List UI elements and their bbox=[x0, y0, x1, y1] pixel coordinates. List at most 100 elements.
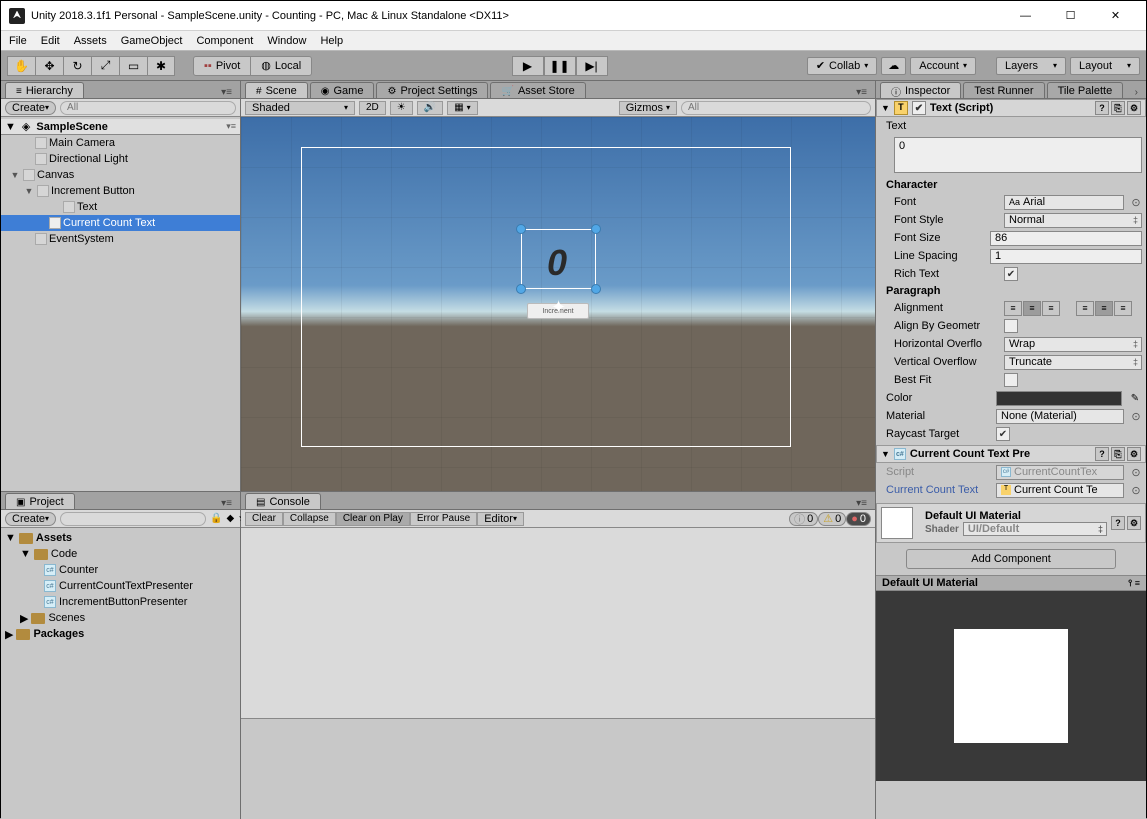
layers-dropdown[interactable]: Layers▾ bbox=[996, 57, 1066, 75]
hierarchy-tab[interactable]: ≡Hierarchy bbox=[5, 82, 84, 98]
object-picker-icon[interactable]: ⊙ bbox=[1130, 196, 1142, 209]
object-picker-icon[interactable]: ⊙ bbox=[1130, 484, 1142, 497]
lighting-toggle[interactable]: ☀ bbox=[390, 101, 413, 115]
local-toggle[interactable]: ◍Local bbox=[251, 56, 312, 76]
project-filter-icon[interactable]: ◆ bbox=[227, 513, 235, 524]
text-enabled-checkbox[interactable]: ✔ bbox=[912, 101, 926, 115]
project-item[interactable]: Packages bbox=[33, 628, 84, 640]
component-preset-icon[interactable]: ⎘ bbox=[1111, 447, 1125, 461]
component-gear-icon[interactable]: ⚙ bbox=[1127, 101, 1141, 115]
component-gear-icon[interactable]: ⚙ bbox=[1127, 516, 1141, 530]
fold-icon[interactable]: ▼ bbox=[23, 186, 35, 196]
scene-fold-icon[interactable]: ▼ bbox=[5, 121, 16, 133]
scene-viewport[interactable]: 0 Increment ✦ bbox=[241, 117, 875, 491]
collab-dropdown[interactable]: ✔Collab▾ bbox=[807, 57, 877, 75]
material-header[interactable]: Default UI Material ShaderUI/Default ?⚙ bbox=[876, 503, 1146, 543]
fold-icon[interactable]: ▶ bbox=[5, 628, 13, 641]
close-button[interactable]: ✕ bbox=[1093, 2, 1138, 30]
fold-icon[interactable]: ▼ bbox=[9, 170, 21, 180]
align-left-button[interactable]: ≡ bbox=[1004, 301, 1022, 316]
component-preset-icon[interactable]: ⎘ bbox=[1111, 101, 1125, 115]
unified-tool[interactable]: ✱ bbox=[147, 56, 175, 76]
console-error-count[interactable]: ●0 bbox=[846, 512, 871, 526]
color-field[interactable] bbox=[996, 391, 1122, 406]
console-log-area[interactable] bbox=[241, 528, 875, 718]
richtext-checkbox[interactable]: ✔ bbox=[1004, 267, 1018, 281]
hierarchy-item[interactable]: Canvas bbox=[37, 169, 74, 181]
console-editor-dropdown[interactable]: Editor▾ bbox=[477, 512, 524, 526]
maximize-button[interactable]: ☐ bbox=[1048, 2, 1093, 30]
menu-edit[interactable]: Edit bbox=[41, 35, 60, 47]
eyedropper-icon[interactable]: ✎ bbox=[1128, 391, 1142, 405]
shading-dropdown[interactable]: Shaded▾ bbox=[245, 101, 355, 115]
project-item[interactable]: Assets bbox=[36, 532, 72, 544]
project-item[interactable]: CurrentCountTextPresenter bbox=[59, 580, 193, 592]
console-tab[interactable]: ▤Console bbox=[245, 493, 321, 509]
fold-icon[interactable]: ▼ bbox=[5, 532, 16, 544]
selection-handle[interactable] bbox=[591, 284, 601, 294]
project-settings-tab[interactable]: ⚙Project Settings bbox=[376, 82, 488, 98]
inspector-tab[interactable]: ⓘInspector bbox=[880, 82, 961, 98]
component-docs-icon[interactable]: ? bbox=[1095, 101, 1109, 115]
asset-store-tab[interactable]: 🛒Asset Store bbox=[490, 82, 585, 98]
presenter-component-header[interactable]: ▼ c# Current Count Text Pre ?⎘⚙ bbox=[876, 445, 1146, 463]
layout-dropdown[interactable]: Layout▾ bbox=[1070, 57, 1140, 75]
tile-palette-tab[interactable]: Tile Palette bbox=[1047, 82, 1124, 98]
selection-handle[interactable] bbox=[516, 284, 526, 294]
step-button[interactable]: ▶| bbox=[576, 56, 608, 76]
scene-name[interactable]: SampleScene bbox=[36, 121, 108, 133]
add-component-button[interactable]: Add Component bbox=[906, 549, 1116, 569]
line-spacing-input[interactable] bbox=[990, 249, 1142, 264]
font-size-input[interactable] bbox=[990, 231, 1142, 246]
presenter-text-field[interactable]: TCurrent Count Te bbox=[996, 483, 1124, 498]
console-clearonplay-button[interactable]: Clear on Play bbox=[336, 512, 410, 526]
project-options-icon[interactable]: ▾≡ bbox=[217, 498, 236, 509]
game-tab[interactable]: ◉Game bbox=[310, 82, 375, 98]
account-dropdown[interactable]: Account▾ bbox=[910, 57, 976, 75]
scene-tab[interactable]: #Scene bbox=[245, 82, 308, 98]
pause-button[interactable]: ❚❚ bbox=[544, 56, 576, 76]
console-warning-count[interactable]: ⚠0 bbox=[818, 512, 846, 526]
object-picker-icon[interactable]: ⊙ bbox=[1130, 466, 1142, 479]
selection-handle[interactable] bbox=[591, 224, 601, 234]
project-create-dropdown[interactable]: Create ▾ bbox=[5, 512, 56, 526]
menu-component[interactable]: Component bbox=[196, 35, 253, 47]
project-filter-icon[interactable]: 🔒 bbox=[210, 513, 222, 524]
scene-options-icon[interactable]: ▾≡ bbox=[226, 121, 236, 132]
preview-pin-icon[interactable]: ⫯ ≡ bbox=[1128, 578, 1140, 589]
project-search-input[interactable] bbox=[60, 512, 206, 526]
cloud-button[interactable]: ☁ bbox=[881, 57, 906, 75]
hierarchy-search-input[interactable] bbox=[60, 101, 236, 115]
rect-tool[interactable]: ▭ bbox=[119, 56, 147, 76]
scale-tool[interactable]: ⤢ bbox=[91, 56, 119, 76]
inspector-scroll-icon[interactable]: › bbox=[1131, 87, 1142, 98]
align-bottom-button[interactable]: ≡ bbox=[1114, 301, 1132, 316]
hierarchy-item[interactable]: Increment Button bbox=[51, 185, 135, 197]
move-tool[interactable]: ✥ bbox=[35, 56, 63, 76]
hand-tool[interactable]: ✋ bbox=[7, 56, 35, 76]
component-docs-icon[interactable]: ? bbox=[1095, 447, 1109, 461]
font-field[interactable]: AaArial bbox=[1004, 195, 1124, 210]
project-item[interactable]: IncrementButtonPresenter bbox=[59, 596, 187, 608]
align-center-button[interactable]: ≡ bbox=[1023, 301, 1041, 316]
object-picker-icon[interactable]: ⊙ bbox=[1130, 410, 1142, 423]
project-tab[interactable]: ▣Project bbox=[5, 493, 75, 509]
minimize-button[interactable]: — bbox=[1003, 2, 1048, 30]
material-preview[interactable] bbox=[876, 591, 1146, 781]
fold-icon[interactable]: ▶ bbox=[20, 612, 28, 625]
pivot-toggle[interactable]: ▪▪Pivot bbox=[193, 56, 251, 76]
menu-gameobject[interactable]: GameObject bbox=[121, 35, 183, 47]
project-item[interactable]: Code bbox=[51, 548, 77, 560]
console-info-count[interactable]: ⓘ0 bbox=[789, 512, 818, 526]
align-top-button[interactable]: ≡ bbox=[1076, 301, 1094, 316]
hierarchy-item[interactable]: Text bbox=[77, 201, 97, 213]
raycast-checkbox[interactable]: ✔ bbox=[996, 427, 1010, 441]
audio-toggle[interactable]: 🔊 bbox=[417, 101, 443, 115]
menu-help[interactable]: Help bbox=[320, 35, 343, 47]
shader-dropdown[interactable]: UI/Default bbox=[963, 522, 1107, 536]
hierarchy-item[interactable]: EventSystem bbox=[49, 233, 114, 245]
scene-search-input[interactable] bbox=[681, 101, 871, 115]
fold-icon[interactable]: ▼ bbox=[20, 548, 31, 560]
h-overflow-dropdown[interactable]: Wrap bbox=[1004, 337, 1142, 352]
2d-toggle[interactable]: 2D bbox=[359, 101, 386, 115]
